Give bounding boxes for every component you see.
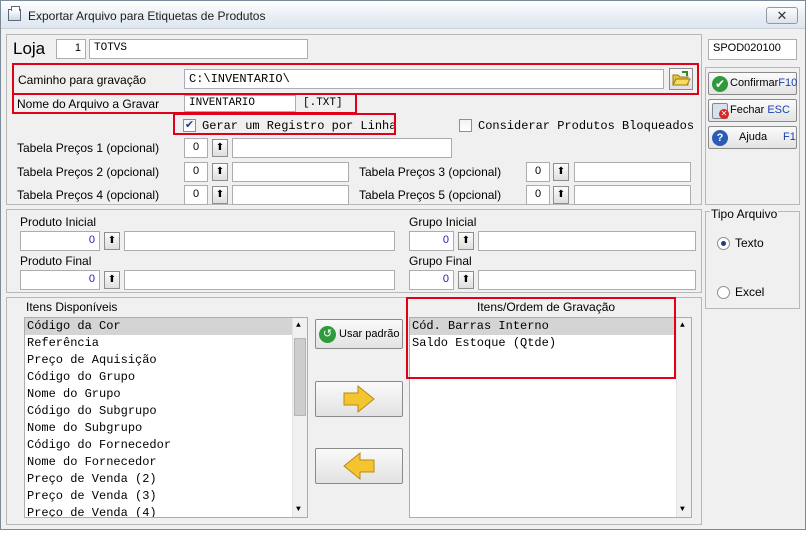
grupo-final-desc[interactable]: [478, 270, 696, 290]
scroll-up-icon[interactable]: ▲: [296, 321, 301, 330]
app-icon: [8, 6, 21, 21]
loja-label: Loja: [13, 39, 46, 58]
considerar-bloqueados-label: Considerar Produtos Bloqueados: [478, 119, 695, 133]
scroll-thumb[interactable]: [294, 338, 306, 416]
texto-label: Texto: [735, 236, 764, 250]
highlight-gerar-registro: [173, 113, 396, 135]
list-item[interactable]: Preço de Venda (2): [25, 471, 307, 488]
tabela-precos-1-field[interactable]: 0: [184, 138, 208, 158]
usar-padrao-button[interactable]: ↺ Usar padrão: [315, 319, 403, 349]
tabela-precos-3-label: Tabela Preços 3 (opcional): [359, 165, 502, 179]
ajuda-key: F1: [783, 131, 796, 143]
produto-inicial-lookup[interactable]: ⬆: [104, 232, 120, 250]
add-item-button[interactable]: [315, 381, 403, 417]
title-bar: Exportar Arquivo para Etiquetas de Produ…: [1, 1, 805, 29]
tipo-arquivo-label: Tipo Arquivo: [710, 207, 779, 221]
close-window-icon: ✕: [712, 103, 729, 119]
fechar-button[interactable]: ✕ Fechar ESC: [708, 99, 797, 122]
tabela-precos-2-desc[interactable]: [232, 162, 349, 182]
tabela-precos-5-field[interactable]: 0: [526, 185, 550, 205]
produto-final-lookup[interactable]: ⬆: [104, 271, 120, 289]
highlight-caminho: [12, 63, 699, 95]
grupo-final-lookup[interactable]: ⬆: [458, 271, 474, 289]
check-icon: ✔: [712, 76, 728, 92]
list-item[interactable]: Nome do Grupo: [25, 386, 307, 403]
tabela-precos-5-desc[interactable]: [574, 185, 691, 205]
remove-item-button[interactable]: [315, 448, 403, 484]
tabela-precos-5-lookup[interactable]: ⬆: [553, 186, 569, 204]
fechar-label: Fechar: [730, 104, 765, 116]
grupo-inicial-desc[interactable]: [478, 231, 696, 251]
confirmar-button[interactable]: ✔ ConfirmarF10: [708, 72, 797, 95]
list-item[interactable]: Código do Fornecedor: [25, 437, 307, 454]
close-button[interactable]: ✕: [766, 7, 798, 24]
arrow-left-icon: [343, 451, 375, 481]
scroll-up-icon[interactable]: ▲: [680, 321, 685, 330]
tabela-precos-3-field[interactable]: 0: [526, 162, 550, 182]
tabela-precos-2-label: Tabela Preços 2 (opcional): [17, 165, 160, 179]
itens-ordem-scrollbar[interactable]: ▲ ▼: [676, 318, 691, 517]
produto-final-label: Produto Final: [20, 254, 92, 268]
texto-radio[interactable]: [717, 237, 730, 250]
loja-number-field[interactable]: 1: [56, 39, 86, 59]
ajuda-button[interactable]: ? Ajuda F1: [708, 126, 797, 149]
tabela-precos-1-desc[interactable]: [232, 138, 452, 158]
window-title: Exportar Arquivo para Etiquetas de Produ…: [28, 9, 266, 23]
itens-disponiveis-scrollbar[interactable]: ▲ ▼: [292, 318, 307, 517]
tabela-precos-4-label: Tabela Preços 4 (opcional): [17, 188, 160, 202]
tabela-precos-4-lookup[interactable]: ⬆: [212, 186, 228, 204]
undo-icon: ↺: [319, 326, 336, 343]
confirmar-label: Confirmar: [730, 77, 779, 89]
tabela-precos-2-lookup[interactable]: ⬆: [212, 163, 228, 181]
list-item[interactable]: Preço de Venda (4): [25, 505, 307, 517]
list-item[interactable]: Código do Grupo: [25, 369, 307, 386]
grupo-final-label: Grupo Final: [409, 254, 472, 268]
highlight-itens-ordem: [406, 297, 676, 379]
tabela-precos-4-field[interactable]: 0: [184, 185, 208, 205]
highlight-nome-arquivo: [12, 93, 357, 114]
produto-inicial-desc[interactable]: [124, 231, 395, 251]
list-item[interactable]: Código da Cor: [25, 318, 307, 335]
scroll-down-icon[interactable]: ▼: [680, 505, 685, 514]
excel-radio[interactable]: [717, 286, 730, 299]
scroll-down-icon[interactable]: ▼: [296, 505, 301, 514]
usar-padrao-label: Usar padrão: [339, 328, 400, 340]
grupo-inicial-field[interactable]: 0: [409, 231, 454, 251]
tabela-precos-3-desc[interactable]: [574, 162, 691, 182]
produto-final-field[interactable]: 0: [20, 270, 100, 290]
produto-inicial-label: Produto Inicial: [20, 215, 97, 229]
list-item[interactable]: Referência: [25, 335, 307, 352]
tabela-precos-4-desc[interactable]: [232, 185, 349, 205]
considerar-bloqueados-checkbox[interactable]: [459, 119, 472, 132]
list-item[interactable]: Código do Subgrupo: [25, 403, 307, 420]
list-item[interactable]: Preço de Venda (3): [25, 488, 307, 505]
confirmar-key: F10: [778, 77, 798, 89]
grupo-inicial-lookup[interactable]: ⬆: [458, 232, 474, 250]
tabela-precos-1-label: Tabela Preços 1 (opcional): [17, 141, 160, 155]
itens-disponiveis-list[interactable]: Código da Cor Referência Preço de Aquisiçã…: [24, 317, 308, 518]
itens-disponiveis-label: Itens Disponíveis: [26, 300, 118, 314]
ajuda-label: Ajuda: [739, 131, 768, 143]
list-item[interactable]: Nome do Subgrupo: [25, 420, 307, 437]
grupo-inicial-label: Grupo Inicial: [409, 215, 477, 229]
tabela-precos-1-lookup[interactable]: ⬆: [212, 139, 228, 157]
list-item[interactable]: Nome do Fornecedor: [25, 454, 307, 471]
grupo-final-field[interactable]: 0: [409, 270, 454, 290]
help-icon: ?: [712, 130, 728, 146]
produto-final-desc[interactable]: [124, 270, 395, 290]
excel-label: Excel: [735, 285, 765, 299]
export-dialog: Exportar Arquivo para Etiquetas de Produ…: [0, 0, 806, 530]
list-item[interactable]: Preço de Aquisição: [25, 352, 307, 369]
code-field: SPOD020100: [708, 39, 797, 60]
loja-name-field[interactable]: TOTVS: [89, 39, 308, 59]
arrow-right-icon: [343, 384, 375, 414]
fechar-key: ESC: [767, 104, 790, 116]
tabela-precos-2-field[interactable]: 0: [184, 162, 208, 182]
tabela-precos-3-lookup[interactable]: ⬆: [553, 163, 569, 181]
produto-inicial-field[interactable]: 0: [20, 231, 100, 251]
tabela-precos-5-label: Tabela Preços 5 (opcional): [359, 188, 502, 202]
